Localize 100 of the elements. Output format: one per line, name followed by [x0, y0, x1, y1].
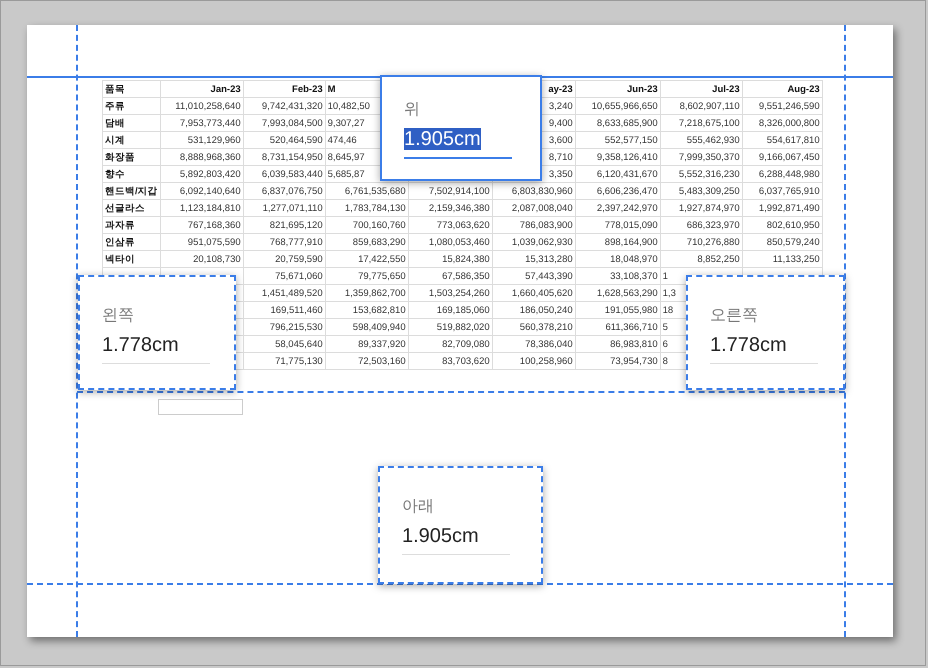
table-cell: 5,483,309,250: [660, 182, 742, 200]
table-cell: 9,551,246,590: [742, 98, 822, 114]
margin-input[interactable]: 1.778cm: [710, 334, 818, 364]
table-cell: 186,050,240: [492, 302, 576, 318]
table-cell: 7,993,084,500: [243, 114, 326, 132]
margin-input[interactable]: 1.905cm: [402, 525, 510, 555]
row-label: 향수: [102, 166, 160, 182]
margin-label: 아래: [402, 497, 434, 517]
table-cell: 17,422,550: [325, 250, 408, 268]
row-label: 선글라스: [102, 200, 160, 216]
table-cell: 773,063,620: [408, 216, 492, 234]
row-label: 주류: [102, 98, 160, 114]
row-label: 핸드백/지갑: [102, 182, 160, 200]
row-label: 과자류: [102, 216, 160, 234]
table-cell: 191,055,980: [575, 302, 660, 318]
column-header: Jun-23: [575, 80, 660, 98]
table-cell: 8,888,968,360: [160, 148, 244, 166]
margin-input[interactable]: 1.778cm: [102, 334, 210, 364]
table-cell: 898,164,900: [575, 234, 660, 250]
table-cell: 11,133,250: [742, 250, 822, 268]
table-cell: 7,999,350,370: [660, 148, 742, 166]
table-cell: 1,628,563,290: [575, 284, 660, 302]
table-cell: 6,288,448,980: [742, 166, 822, 182]
table-cell: 153,682,810: [325, 302, 408, 318]
table-cell: 18,048,970: [575, 250, 660, 268]
margin-label: 왼쪽: [102, 306, 134, 326]
row-label: 인삼류: [102, 234, 160, 250]
table-cell: 700,160,760: [325, 216, 408, 234]
table-cell: 5,552,316,230: [660, 166, 742, 182]
table-cell: 7,218,675,100: [660, 114, 742, 132]
table-cell: 2,087,008,040: [492, 200, 576, 216]
table-cell: 1,451,489,520: [243, 284, 326, 302]
table-cell: 7,953,773,440: [160, 114, 244, 132]
table-cell: 767,168,360: [160, 216, 244, 234]
table-cell: 20,759,590: [243, 250, 326, 268]
table-cell: 1,660,405,620: [492, 284, 576, 302]
row-label: 담배: [102, 114, 160, 132]
table-cell: 560,378,210: [492, 318, 576, 336]
table-cell: 72,503,160: [325, 352, 408, 370]
table-cell: 58,045,640: [243, 336, 326, 352]
table-cell: 2,159,346,380: [408, 200, 492, 216]
table-cell: 1,277,071,110: [243, 200, 326, 216]
table-cell: 6,803,830,960: [492, 182, 576, 200]
column-header: Aug-23: [742, 80, 822, 98]
table-cell: 8,731,154,950: [243, 148, 326, 166]
table-cell: 10,655,966,650: [575, 98, 660, 114]
table-cell: 33,108,370: [575, 268, 660, 284]
column-header: 품목: [102, 80, 160, 98]
table-cell: 6,837,076,750: [243, 182, 326, 200]
table-cell: 1,783,784,130: [325, 200, 408, 216]
table-cell: 5,892,803,420: [160, 166, 244, 182]
table-cell: 951,075,590: [160, 234, 244, 250]
table-cell: 78,386,040: [492, 336, 576, 352]
table-cell: 75,671,060: [243, 268, 326, 284]
table-cell: 554,617,810: [742, 132, 822, 148]
table-cell: 6,037,765,910: [742, 182, 822, 200]
table-cell: 169,511,460: [243, 302, 326, 318]
table-cell: 9,358,126,410: [575, 148, 660, 166]
table-cell: 1,080,053,460: [408, 234, 492, 250]
table-cell: 686,323,970: [660, 216, 742, 234]
table-cell: 850,579,240: [742, 234, 822, 250]
table-cell: 15,824,380: [408, 250, 492, 268]
table-cell: 100,258,960: [492, 352, 576, 370]
row-label: 화장품: [102, 148, 160, 166]
table-cell: 552,577,150: [575, 132, 660, 148]
table-cell: 82,709,080: [408, 336, 492, 352]
table-cell: 519,882,020: [408, 318, 492, 336]
table-cell: 1,039,062,930: [492, 234, 576, 250]
table-cell: 802,610,950: [742, 216, 822, 234]
table-cell: 555,462,930: [660, 132, 742, 148]
table-cell: 20,108,730: [160, 250, 244, 268]
table-cell: 796,215,530: [243, 318, 326, 336]
table-cell: 598,409,940: [325, 318, 408, 336]
column-header: Jan-23: [160, 80, 244, 98]
table-cell: 67,586,350: [408, 268, 492, 284]
table-cell: 15,313,280: [492, 250, 576, 268]
table-cell: 8,852,250: [660, 250, 742, 268]
table-cell: 89,337,920: [325, 336, 408, 352]
table-cell: 1,503,254,260: [408, 284, 492, 302]
table-cell: 8,602,907,110: [660, 98, 742, 114]
table-cell: 7,502,914,100: [408, 182, 492, 200]
table-cell: 8,633,685,900: [575, 114, 660, 132]
table-cell: 57,443,390: [492, 268, 576, 284]
table-cell: 73,954,730: [575, 352, 660, 370]
table-cell: 1,992,871,490: [742, 200, 822, 216]
table-cell: 611,366,710: [575, 318, 660, 336]
table-cell: 6,120,431,670: [575, 166, 660, 182]
table-cell: 6,092,140,640: [160, 182, 244, 200]
table-cell: 859,683,290: [325, 234, 408, 250]
table-cell: 9,742,431,320: [243, 98, 326, 114]
table-cell: 169,185,060: [408, 302, 492, 318]
table-cell: 1,927,874,970: [660, 200, 742, 216]
table-cell: 2,397,242,970: [575, 200, 660, 216]
table-cell: 1,359,862,700: [325, 284, 408, 302]
column-header: Feb-23: [243, 80, 326, 98]
row-label: 넥타이: [102, 250, 160, 268]
table-cell: 8,326,000,800: [742, 114, 822, 132]
table-cell: 6,606,236,470: [575, 182, 660, 200]
table-cell: 86,983,810: [575, 336, 660, 352]
table-cell: 710,276,880: [660, 234, 742, 250]
